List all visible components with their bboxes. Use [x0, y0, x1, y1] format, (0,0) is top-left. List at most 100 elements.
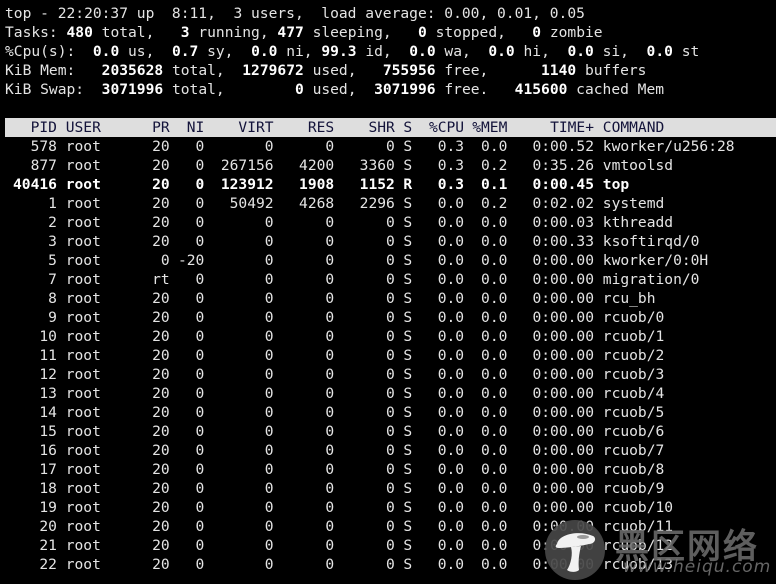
cell-ni: 0 [195, 271, 205, 288]
cell-virt: 0 [264, 290, 274, 307]
cell-ni: 0 [195, 423, 205, 440]
cell-mem: 0.0 [481, 347, 508, 364]
cell-shr: 0 [386, 347, 395, 364]
cell-mem: 0.0 [481, 518, 508, 535]
cell-ni: 0 [195, 404, 205, 421]
cell-pr: rt [152, 271, 170, 288]
col-header-cpu[interactable]: %CPU [412, 118, 464, 137]
cell-time: 0:00.00 [532, 366, 594, 383]
cell-cpu: 0.0 [437, 480, 465, 497]
cell-mem: 0.1 [481, 176, 508, 193]
process-row[interactable]: 13 root 20 0 0 0 0 S 0.0 0.0 0:00.00 rcuob/4 [5, 384, 776, 403]
cell-pid: 9 [48, 309, 57, 326]
cell-s: S [403, 404, 413, 421]
col-header-pr[interactable]: PR [144, 118, 170, 137]
swap-cached: 415600 [514, 81, 568, 98]
cell-virt: 0 [264, 233, 274, 250]
cell-pid: 22 [39, 556, 57, 573]
process-row[interactable]: 877 root 20 0 267156 4200 3360 S 0.3 0.2 0:35.26 vm… [5, 156, 776, 175]
cell-pid: 21 [39, 537, 57, 554]
cell-pid: 40416 [13, 176, 57, 193]
col-header-pid[interactable]: PID [5, 118, 57, 137]
cell-cpu: 0.0 [437, 442, 465, 459]
process-row[interactable]: 18 root 20 0 0 0 0 S 0.0 0.0 0:00.00 rcuob/9 [5, 479, 776, 498]
process-row[interactable]: 40416 root 20 0 123912 1908 1152 R 0.3 0.1 0:00.45… [5, 175, 776, 194]
cell-time: 0:00.03 [532, 214, 594, 231]
mem-used-label: used, [303, 62, 357, 79]
process-row[interactable]: 9 root 20 0 0 0 0 S 0.0 0.0 0:00.00 rcuob/0 [5, 308, 776, 327]
process-row[interactable]: 7 root rt 0 0 0 0 S 0.0 0.0 0:00.00 migration/0 [5, 270, 776, 289]
process-row[interactable]: 578 root 20 0 0 0 0 S 0.3 0.0 0:00.52 kworker/u256:… [5, 137, 776, 156]
cell-time: 0:00.33 [532, 233, 594, 250]
process-row[interactable]: 19 root 20 0 0 0 0 S 0.0 0.0 0:00.00 rcuob/10 [5, 498, 776, 517]
cell-virt: 0 [264, 442, 274, 459]
process-row[interactable]: 16 root 20 0 0 0 0 S 0.0 0.0 0:00.00 rcuob/7 [5, 441, 776, 460]
col-header-s[interactable]: S [395, 118, 412, 137]
col-header-shr[interactable]: SHR [334, 118, 394, 137]
cell-s: R [403, 176, 413, 193]
terminal-window[interactable]: top - 22:20:37 up 8:11, 3 users, load av… [5, 4, 776, 574]
swap-line: KiB Swap: 3071996 total, 0 used, 3071996… [5, 80, 776, 99]
cell-pid: 17 [39, 461, 57, 478]
process-row[interactable]: 5 root 0 -20 0 0 0 S 0.0 0.0 0:00.00 kworker/0:0H [5, 251, 776, 270]
cell-cpu: 0.0 [437, 195, 465, 212]
process-row[interactable]: 17 root 20 0 0 0 0 S 0.0 0.0 0:00.00 rcuob/8 [5, 460, 776, 479]
col-header-ni[interactable]: NI [170, 118, 205, 137]
col-header-command[interactable]: COMMAND [594, 118, 776, 137]
cell-user: root [65, 233, 101, 250]
process-row[interactable]: 21 root 20 0 0 0 0 S 0.0 0.0 0:00.00 rcuob/12 [5, 536, 776, 555]
process-row[interactable]: 2 root 20 0 0 0 0 S 0.0 0.0 0:00.03 kthreadd [5, 213, 776, 232]
cell-ni: 0 [195, 366, 205, 383]
process-row[interactable]: 22 root 20 0 0 0 0 S 0.0 0.0 0:00.00 rcuob/13 [5, 555, 776, 574]
cell-command: kworker/u256:28 [602, 138, 735, 155]
process-row[interactable]: 10 root 20 0 0 0 0 S 0.0 0.0 0:00.00 rcuob/1 [5, 327, 776, 346]
cell-cpu: 0.0 [437, 347, 465, 364]
process-row[interactable]: 8 root 20 0 0 0 0 S 0.0 0.0 0:00.00 rcu_bh [5, 289, 776, 308]
cell-pr: 20 [152, 537, 170, 554]
cell-pid: 877 [30, 157, 57, 174]
cell-mem: 0.0 [481, 366, 508, 383]
cell-time: 0:00.00 [532, 252, 594, 269]
cell-cpu: 0.0 [437, 252, 465, 269]
col-header-user[interactable]: USER [57, 118, 144, 137]
tasks-stopped: 0 [418, 24, 427, 41]
cell-shr: 0 [386, 537, 395, 554]
cell-time: 0:00.00 [532, 537, 594, 554]
process-row[interactable]: 12 root 20 0 0 0 0 S 0.0 0.0 0:00.00 rcuob/3 [5, 365, 776, 384]
process-row[interactable]: 14 root 20 0 0 0 0 S 0.0 0.0 0:00.00 rcuob/5 [5, 403, 776, 422]
cell-command: rcuob/0 [602, 309, 665, 326]
cell-pr: 20 [152, 138, 170, 155]
cell-cpu: 0.0 [437, 385, 465, 402]
cell-user: root [65, 499, 101, 516]
cpu-label: %Cpu(s): [5, 43, 76, 60]
col-header-time[interactable]: TIME+ [507, 118, 594, 137]
col-header-res[interactable]: RES [274, 118, 334, 137]
cell-s: S [403, 328, 413, 345]
col-header-mem[interactable]: %MEM [464, 118, 507, 137]
cell-s: S [403, 252, 413, 269]
swap-used: 0 [294, 81, 304, 98]
cell-res: 0 [325, 214, 335, 231]
cell-user: root [65, 309, 101, 326]
cell-time: 0:00.00 [532, 461, 594, 478]
cell-command: migration/0 [602, 271, 700, 288]
cell-ni: 0 [195, 176, 205, 193]
cell-s: S [403, 537, 413, 554]
cell-ni: 0 [195, 518, 205, 535]
cell-ni: 0 [195, 328, 205, 345]
col-header-virt[interactable]: VIRT [204, 118, 273, 137]
cell-ni: 0 [195, 442, 205, 459]
process-row[interactable]: 15 root 20 0 0 0 0 S 0.0 0.0 0:00.00 rcuob/6 [5, 422, 776, 441]
cell-command: rcuob/6 [602, 423, 665, 440]
cell-ni: 0 [195, 309, 205, 326]
cell-res: 0 [325, 309, 335, 326]
cell-mem: 0.0 [481, 271, 508, 288]
process-row[interactable]: 11 root 20 0 0 0 0 S 0.0 0.0 0:00.00 rcuob/2 [5, 346, 776, 365]
cpu-si-label: si, [593, 43, 629, 60]
process-row[interactable]: 20 root 20 0 0 0 0 S 0.0 0.0 0:00.00 rcuob/11 [5, 517, 776, 536]
cell-command: rcuob/11 [602, 518, 674, 535]
process-row[interactable]: 1 root 20 0 50492 4268 2296 S 0.0 0.2 0:02.02 syste… [5, 194, 776, 213]
process-row[interactable]: 3 root 20 0 0 0 0 S 0.0 0.0 0:00.33 ksoftirqd/0 [5, 232, 776, 251]
cell-s: S [403, 138, 413, 155]
cell-mem: 0.2 [481, 157, 508, 174]
